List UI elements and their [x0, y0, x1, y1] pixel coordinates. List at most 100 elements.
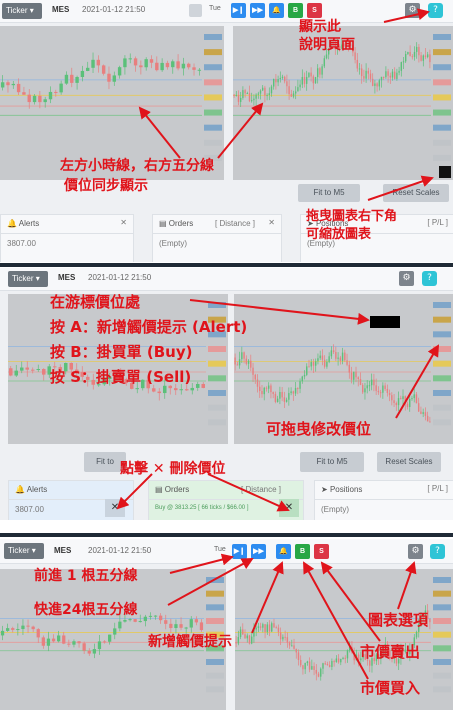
candle-body	[6, 628, 10, 631]
candle-body	[367, 70, 370, 74]
ticker-dropdown[interactable]: Ticker ▾	[4, 543, 44, 559]
step-forward-icon[interactable]: ▶❙	[232, 544, 247, 559]
toolbar: Ticker ▾ MES 2021-01-12 21:50 ⚙ ?	[0, 268, 453, 291]
price-axis-tag	[433, 631, 451, 638]
candle-body	[171, 61, 175, 68]
candle-body	[316, 68, 319, 78]
candle-body	[244, 90, 246, 94]
datetime-input[interactable]: 2021-01-12 21:50	[88, 273, 151, 282]
five-minute-chart[interactable]	[235, 569, 453, 710]
reset-scales-button[interactable]: Reset Scales	[383, 184, 449, 202]
resize-handle-icon[interactable]	[439, 166, 451, 178]
location-arrow-icon: ➤	[321, 485, 328, 494]
candle-body	[86, 67, 90, 71]
candle-body	[46, 638, 51, 646]
gear-icon[interactable]: ⚙	[408, 544, 423, 559]
candle-body	[396, 72, 398, 79]
positions-pl: [ P/L ]	[427, 218, 448, 227]
question-icon[interactable]: ?	[428, 3, 443, 18]
reset-scales-button[interactable]: Reset Scales	[377, 452, 441, 472]
candle-body	[97, 641, 102, 650]
gear-icon[interactable]: ⚙	[405, 3, 420, 18]
fast-forward-icon[interactable]: ▶▶	[251, 544, 266, 559]
close-icon[interactable]: ✕	[120, 218, 127, 227]
candle-body	[317, 673, 320, 677]
candle-body	[255, 94, 257, 99]
candle-body	[286, 81, 288, 87]
candle-body	[32, 95, 37, 103]
gear-icon[interactable]: ⚙	[399, 271, 414, 286]
positions-card: ➤ Positions [ P/L ] (Empty)	[314, 480, 453, 520]
question-icon[interactable]: ?	[422, 271, 437, 286]
fit-to-m5-button[interactable]: Fit to M5	[298, 184, 360, 202]
candle-body	[402, 61, 405, 63]
price-axis-tag	[433, 94, 451, 101]
price-axis-tag	[433, 302, 451, 308]
candle-body	[353, 652, 355, 661]
calendar-icon[interactable]	[189, 4, 202, 17]
candle-body	[77, 641, 81, 644]
bell-icon[interactable]: 🔔	[269, 3, 284, 18]
alerts-title: Alerts	[18, 219, 40, 228]
candle-body	[313, 666, 315, 670]
delete-alert-button[interactable]: ✕	[105, 499, 125, 517]
ticker-dropdown[interactable]: Ticker ▾	[8, 271, 48, 287]
candle-body	[261, 390, 263, 395]
fit-to-m5-button[interactable]: Fit to M5	[300, 452, 364, 472]
candle-body	[411, 56, 414, 58]
candle-body	[265, 387, 268, 389]
candle-body	[267, 385, 270, 389]
toolbar: Ticker ▾ MES 2021-01-12 21:50 Tue ▶❙ ▶▶ …	[0, 539, 453, 564]
fast-forward-icon[interactable]: ▶▶	[250, 3, 265, 18]
bell-icon: 🔔	[7, 219, 17, 228]
candle-body	[299, 659, 302, 666]
candle-body	[342, 657, 344, 659]
candle-body	[250, 100, 253, 102]
candle-body	[424, 55, 427, 58]
delete-order-button[interactable]: ✕	[279, 499, 299, 517]
candle-body	[413, 51, 416, 57]
candle-body	[312, 76, 315, 84]
candle-body	[282, 636, 284, 640]
candle-body	[393, 400, 395, 403]
candle-body	[143, 616, 147, 622]
price-axis-tag	[433, 346, 451, 352]
candle-body	[248, 93, 251, 102]
close-icon[interactable]: ✕	[268, 218, 275, 227]
candle-body	[279, 632, 282, 640]
candle-body	[133, 619, 137, 622]
candle-body	[304, 663, 306, 670]
candle-body	[364, 388, 366, 393]
sell-button[interactable]: S	[314, 544, 329, 559]
candle-body	[91, 59, 95, 68]
positions-title: Positions	[329, 485, 363, 494]
candle-body	[283, 397, 286, 402]
candle-body	[270, 385, 272, 393]
candle-body	[418, 46, 420, 56]
candle-body	[429, 54, 431, 63]
candle-body	[362, 384, 364, 393]
candle-body	[344, 352, 346, 361]
candle-body	[301, 76, 304, 85]
question-icon[interactable]: ?	[430, 544, 445, 559]
buy-button[interactable]: B	[288, 3, 303, 18]
weekday-label: Tue	[209, 5, 221, 12]
buy-button[interactable]: B	[295, 544, 310, 559]
datetime-input[interactable]: 2021-01-12 21:50	[82, 5, 145, 14]
sell-button[interactable]: S	[307, 3, 322, 18]
datetime-input[interactable]: 2021-01-12 21:50	[88, 546, 151, 555]
candle-body	[325, 54, 328, 59]
candle-body	[263, 387, 265, 395]
price-axis-tag	[204, 139, 222, 146]
ticker-dropdown[interactable]: Ticker ▾	[2, 3, 42, 19]
annotation-fast: 快進24根五分線	[34, 602, 138, 618]
candle-body	[253, 629, 255, 637]
candle-body	[184, 627, 188, 629]
step-forward-icon[interactable]: ▶❙	[231, 3, 246, 18]
orders-title: Orders	[164, 485, 190, 494]
candle-body	[409, 398, 411, 408]
candle-body	[261, 87, 264, 91]
candle-body	[92, 649, 96, 654]
candle-body	[144, 59, 148, 68]
bell-icon[interactable]: 🔔	[276, 544, 291, 559]
